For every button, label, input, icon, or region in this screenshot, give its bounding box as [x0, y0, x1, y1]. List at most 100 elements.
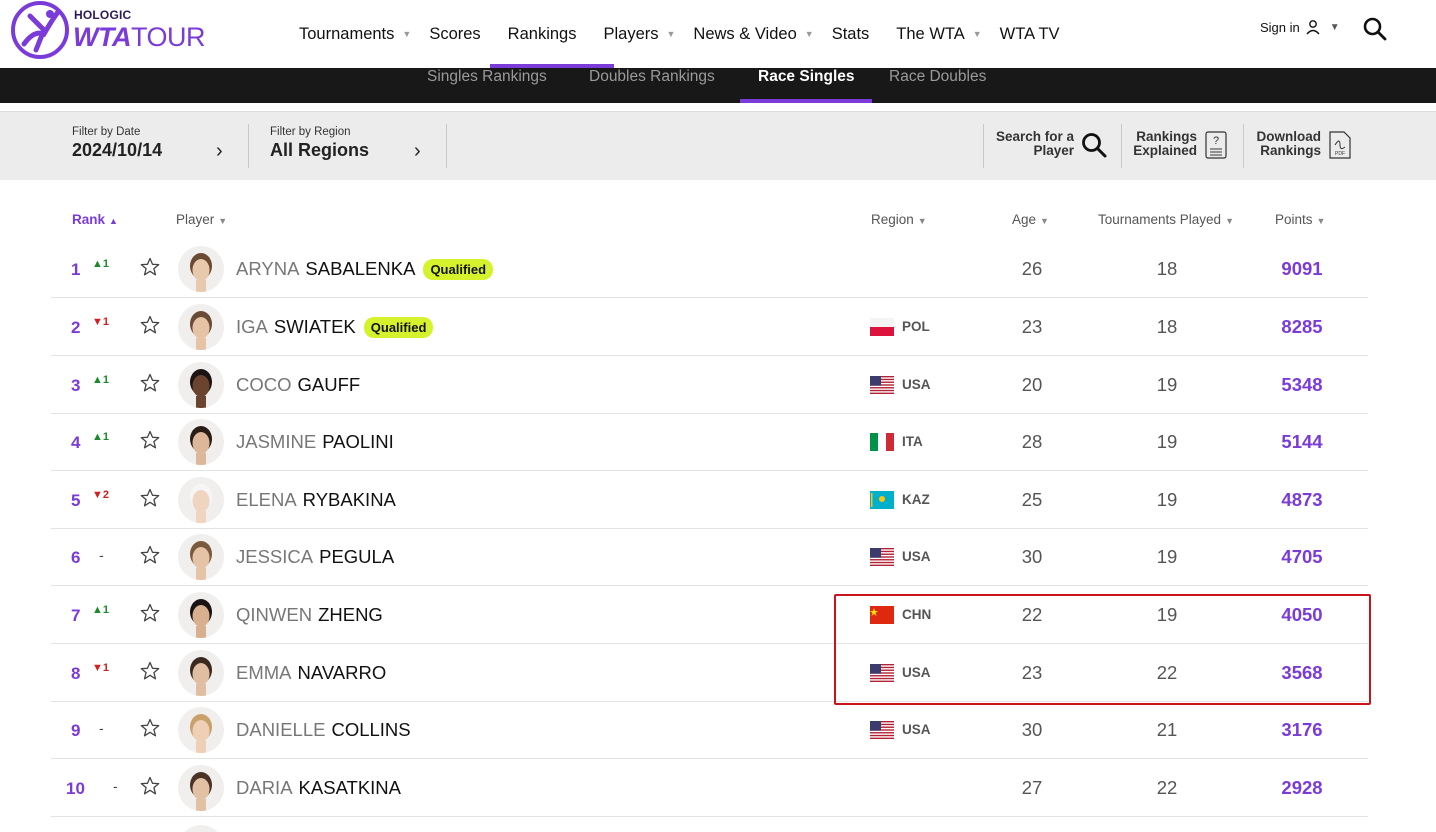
search-player-button[interactable]: Search for a Player: [990, 130, 1074, 158]
tournaments-played: 19: [1156, 546, 1178, 567]
favorite-star-icon[interactable]: [140, 776, 160, 796]
nav-item-wta-tv[interactable]: WTA TV: [991, 0, 1069, 68]
logo-hologic-text: HOLOGIC: [74, 8, 132, 22]
tab-singles-rankings[interactable]: Singles Rankings: [427, 68, 547, 103]
search-icon[interactable]: [1362, 16, 1388, 42]
rank-column-header[interactable]: Rank ▲: [72, 212, 118, 230]
tournaments-played: 21: [1156, 719, 1178, 740]
table-row[interactable]: [51, 817, 1368, 832]
nav-item-tournaments[interactable]: Tournaments ▼: [290, 0, 420, 68]
favorite-star-icon[interactable]: [140, 430, 160, 450]
player-name-link[interactable]: COCO GAUFF: [236, 374, 360, 396]
nav-item-stats[interactable]: Stats: [823, 0, 888, 68]
player-photo[interactable]: [178, 419, 224, 465]
player-photo: [178, 825, 224, 832]
tab-race-singles[interactable]: Race Singles: [758, 68, 855, 103]
rank-movement: -: [113, 778, 118, 794]
table-row[interactable]: 6 - JESSICA PEGULA USA 30 19 4705: [51, 528, 1368, 586]
player-photo[interactable]: [178, 304, 224, 350]
country-flag-icon: [870, 433, 894, 451]
player-photo[interactable]: [178, 707, 224, 753]
wta-logo[interactable]: HOLOGIC WTATOUR: [10, 0, 210, 62]
player-name-link[interactable]: EMMA NAVARRO: [236, 662, 386, 684]
filter-bar: Filter by Date 2024/10/14 › Filter by Re…: [0, 111, 1436, 180]
player-age: 26: [1021, 258, 1043, 279]
rankings-explained-button[interactable]: Rankings Explained: [1128, 130, 1197, 158]
player-name-link[interactable]: ARYNA SABALENKA Qualified: [236, 258, 494, 280]
favorite-star-icon[interactable]: [140, 315, 160, 335]
player-photo[interactable]: [178, 246, 224, 292]
favorite-star-icon[interactable]: [140, 718, 160, 738]
download-rankings-button[interactable]: Download Rankings: [1250, 130, 1322, 158]
nav-item-players[interactable]: Players ▼: [594, 0, 684, 68]
player-name-link[interactable]: JASMINE PAOLINI: [236, 431, 394, 453]
nav-item-news-video[interactable]: News & Video ▼: [684, 0, 822, 68]
nav-item-the-wta[interactable]: The WTA ▼: [887, 0, 990, 68]
player-name-link[interactable]: DARIA KASATKINA: [236, 777, 401, 799]
table-row[interactable]: 1 ▲1 ARYNA SABALENKA Qualified 26 18 9091: [51, 240, 1368, 298]
favorite-star-icon[interactable]: [140, 545, 160, 565]
player-name-link[interactable]: JESSICA PEGULA: [236, 546, 394, 568]
player-points[interactable]: 5144: [1262, 431, 1342, 453]
player-photo[interactable]: [178, 534, 224, 580]
table-row[interactable]: 3 ▲1 COCO GAUFF USA 20 19 5348: [51, 356, 1368, 414]
rank-number: 3: [71, 376, 81, 395]
player-points[interactable]: 4705: [1262, 546, 1342, 568]
favorite-star-icon[interactable]: [140, 661, 160, 681]
player-name-link[interactable]: QINWEN ZHENG: [236, 604, 383, 626]
tab-doubles-rankings[interactable]: Doubles Rankings: [589, 68, 715, 103]
player-age: 23: [1021, 316, 1043, 337]
divider: [1243, 124, 1244, 168]
player-name-link[interactable]: ELENA RYBAKINA: [236, 489, 396, 511]
region-filter-value: All Regions: [270, 140, 370, 160]
rank-movement: ▼1: [92, 662, 110, 674]
table-row[interactable]: 4 ▲1 JASMINE PAOLINI ITA 28 19 5144: [51, 413, 1368, 471]
chevron-down-icon: ▼: [402, 29, 412, 39]
region-column-header[interactable]: Region ▼: [871, 212, 927, 230]
favorite-star-icon[interactable]: [140, 488, 160, 508]
rank-movement: ▲1: [92, 431, 110, 443]
player-points[interactable]: 2928: [1262, 777, 1342, 799]
player-photo[interactable]: [178, 477, 224, 523]
rank-movement: ▼2: [92, 489, 110, 501]
tab-race-doubles[interactable]: Race Doubles: [889, 68, 986, 103]
region-filter[interactable]: Filter by Region All Regions ›: [270, 126, 430, 162]
player-points[interactable]: 3176: [1262, 719, 1342, 741]
favorite-star-icon[interactable]: [140, 373, 160, 393]
nav-item-scores[interactable]: Scores: [420, 0, 489, 68]
search-icon[interactable]: [1080, 131, 1108, 159]
table-row[interactable]: 10 - DARIA KASATKINA 27 22 2928: [51, 759, 1368, 817]
player-points[interactable]: 5348: [1262, 374, 1342, 396]
player-column-header[interactable]: Player ▼: [176, 212, 227, 230]
tournaments-played-column-header[interactable]: Tournaments Played ▼: [1098, 212, 1234, 230]
svg-text:?: ?: [1213, 135, 1219, 147]
player-photo[interactable]: [178, 592, 224, 638]
country-code: USA: [902, 377, 931, 392]
date-filter[interactable]: Filter by Date 2024/10/14 ›: [72, 126, 232, 162]
top-navigation: HOLOGIC WTATOUR Tournaments ▼ Scores Rank…: [0, 0, 1436, 68]
table-row[interactable]: 5 ▼2 ELENA RYBAKINA KAZ 25 19 4873: [51, 471, 1368, 529]
highlight-box: [834, 594, 1371, 705]
age-column-header[interactable]: Age ▼: [1012, 212, 1049, 230]
favorite-star-icon[interactable]: [140, 603, 160, 623]
player-name-link[interactable]: DANIELLE COLLINS: [236, 719, 411, 741]
sign-in-button[interactable]: Sign in ▼: [1260, 19, 1340, 35]
rank-number: 7: [71, 606, 81, 625]
player-photo[interactable]: [178, 362, 224, 408]
player-points[interactable]: 4873: [1262, 489, 1342, 511]
table-row[interactable]: 2 ▼1 IGA SWIATEK Qualified POL 23 18 8285: [51, 298, 1368, 356]
favorite-star-icon[interactable]: [140, 257, 160, 277]
country-flag-icon: [870, 376, 894, 394]
table-row[interactable]: 9 - DANIELLE COLLINS USA 30 21 3176: [51, 701, 1368, 759]
pdf-file-icon[interactable]: PDF: [1329, 131, 1351, 159]
player-points[interactable]: 9091: [1262, 258, 1342, 280]
points-column-header[interactable]: Points ▼: [1275, 212, 1325, 230]
main-menu: Tournaments ▼ Scores Rankings Players ▼ Ne…: [290, 0, 1069, 68]
player-name-link[interactable]: IGA SWIATEK Qualified: [236, 316, 434, 338]
tournaments-played: 22: [1156, 777, 1178, 798]
nav-item-rankings[interactable]: Rankings: [489, 0, 595, 68]
player-points[interactable]: 8285: [1262, 316, 1342, 338]
help-document-icon[interactable]: ?: [1205, 131, 1227, 159]
player-photo[interactable]: [178, 765, 224, 811]
player-photo[interactable]: [178, 650, 224, 696]
